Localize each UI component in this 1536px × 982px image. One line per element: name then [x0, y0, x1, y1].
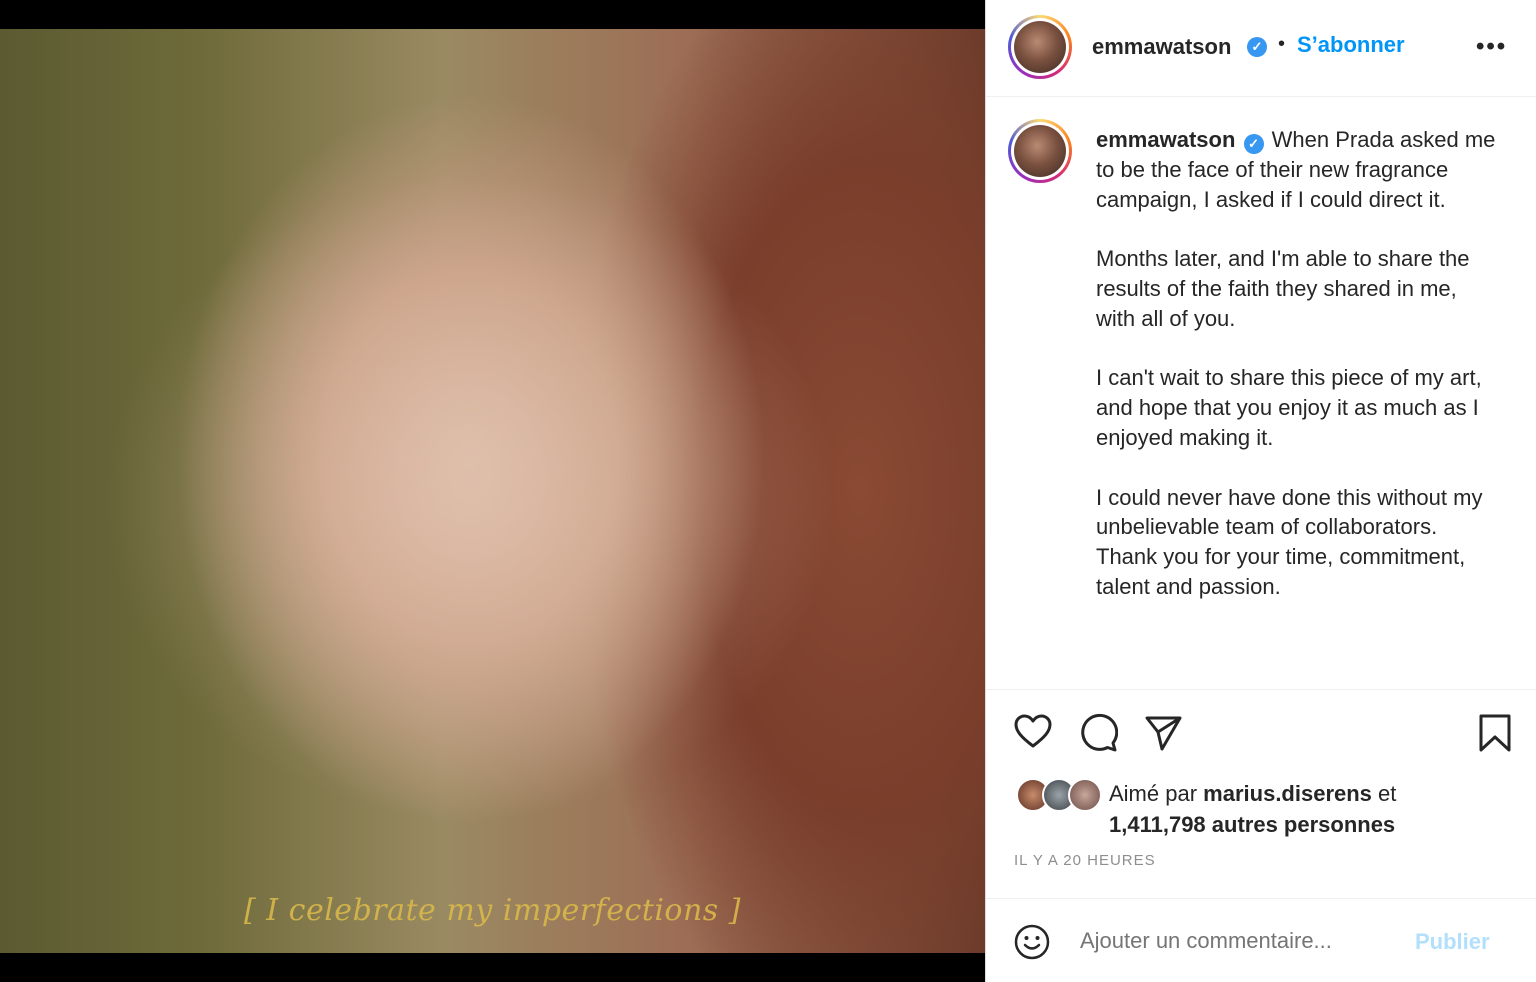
actions-divider	[986, 689, 1536, 691]
post-media[interactable]: [ I celebrate my imperfections ]	[0, 0, 985, 982]
follow-button[interactable]: S’abonner	[1297, 32, 1405, 58]
publish-button[interactable]: Publier	[1415, 929, 1490, 955]
likes-count[interactable]: 1,411,798 autres personnes	[1109, 812, 1395, 837]
smiley-icon[interactable]	[1013, 923, 1053, 963]
video-frame-highlight	[0, 29, 985, 953]
post-sidebar: emmawatson ✓ • S’abonner ••• emmawatson …	[985, 0, 1536, 982]
more-options-icon[interactable]: •••	[1476, 33, 1507, 61]
caption-paragraph: I could never have done this without my …	[1096, 484, 1483, 599]
post-header: emmawatson ✓ • S’abonner •••	[986, 0, 1536, 97]
header-username[interactable]: emmawatson	[1092, 34, 1231, 60]
heart-icon[interactable]	[1013, 712, 1053, 752]
comment-icon[interactable]	[1078, 713, 1119, 753]
header-separator: •	[1278, 33, 1286, 55]
avatar	[1068, 778, 1102, 812]
bookmark-icon[interactable]	[1475, 713, 1515, 753]
caption-paragraph: Months later, and I'm able to share the …	[1096, 246, 1470, 331]
comment-bar: Publier	[986, 898, 1536, 982]
liked-by-prefix: Aimé par	[1109, 781, 1198, 806]
liked-by-joiner: et	[1378, 781, 1397, 806]
liked-by-user[interactable]: marius.diserens	[1203, 781, 1372, 806]
verified-badge-icon: ✓	[1243, 134, 1264, 154]
paper-plane-icon[interactable]	[1143, 713, 1183, 753]
video-subtitle: [ I celebrate my imperfections ]	[244, 893, 741, 928]
post-caption: emmawatson ✓ When Prada asked me to be t…	[1096, 125, 1496, 602]
liked-by-text: Aimé par marius.diserens et 1,411,798 au…	[1109, 778, 1509, 840]
caption-avatar[interactable]	[1008, 119, 1072, 183]
comment-input[interactable]	[1078, 927, 1382, 955]
caption-username[interactable]: emmawatson	[1096, 127, 1235, 152]
caption-paragraph: I can't wait to share this piece of my a…	[1096, 365, 1482, 450]
post-timestamp[interactable]: IL Y A 20 HEURES	[1014, 852, 1156, 869]
header-avatar[interactable]	[1008, 15, 1072, 79]
instagram-post: [ I celebrate my imperfections ] emmawat…	[0, 0, 1536, 982]
verified-badge-icon: ✓	[1247, 37, 1267, 57]
